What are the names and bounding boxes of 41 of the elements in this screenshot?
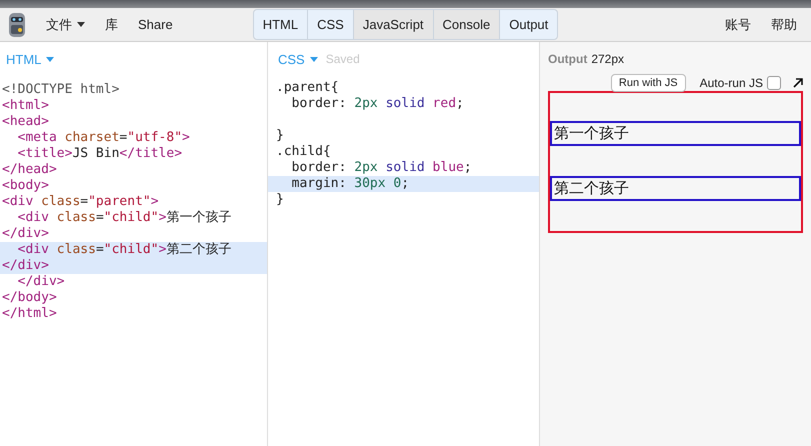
- arrow-icon[interactable]: [793, 78, 803, 88]
- code-line: border: 2px solid blue;: [290, 160, 473, 176]
- panel-title: Output: [548, 52, 588, 66]
- menu-button[interactable]: Share: [130, 13, 181, 36]
- auto-run-checkbox[interactable]: [767, 76, 781, 90]
- menu-button[interactable]: 帮助: [763, 12, 805, 38]
- code-line: <div class="child">第一个孩子: [16, 210, 232, 226]
- panel-width-label: 272px: [591, 52, 624, 66]
- code-line: }: [275, 192, 285, 208]
- code-line: }: [275, 128, 285, 144]
- panel-tab[interactable]: Output: [499, 10, 558, 39]
- menu-button[interactable]: 库: [97, 12, 126, 38]
- caret-icon: [77, 22, 85, 27]
- code-line: </html>: [1, 306, 58, 322]
- panel-tab[interactable]: CSS: [307, 10, 353, 39]
- menu-button[interactable]: 文件: [38, 12, 93, 38]
- code-line: .parent{: [275, 80, 340, 96]
- code-line: <title>JS Bin</title>: [16, 146, 184, 162]
- panel-tab[interactable]: HTML: [254, 10, 308, 39]
- caret-icon: [46, 56, 54, 62]
- code-line: <html>: [1, 98, 50, 114]
- code-line: <!DOCTYPE html>: [1, 82, 120, 98]
- code-line: border: 2px solid red;: [290, 96, 465, 112]
- child-box: 第二个孩子: [550, 176, 801, 201]
- code-line: <div class="parent">: [1, 194, 160, 210]
- auto-run-label: Auto-run JS: [700, 76, 763, 90]
- code-line: </head>: [1, 162, 58, 178]
- caret-icon: [310, 56, 318, 62]
- code-line: <body>: [1, 178, 50, 194]
- menu-button[interactable]: 账号: [717, 12, 759, 38]
- robot-logo-icon[interactable]: [6, 10, 28, 38]
- code-line: <head>: [1, 114, 50, 130]
- code-line: .child{: [275, 144, 332, 160]
- code-line: </div>: [1, 226, 50, 242]
- panel-tab[interactable]: JavaScript: [352, 10, 433, 39]
- code-line: </div>: [16, 274, 66, 290]
- code-line: </body>: [1, 290, 58, 306]
- child-box: 第一个孩子: [550, 121, 801, 146]
- code-line: <meta charset="utf-8">: [16, 130, 191, 146]
- panel-tab[interactable]: Console: [432, 10, 500, 39]
- run-button[interactable]: Run with JS: [610, 74, 686, 92]
